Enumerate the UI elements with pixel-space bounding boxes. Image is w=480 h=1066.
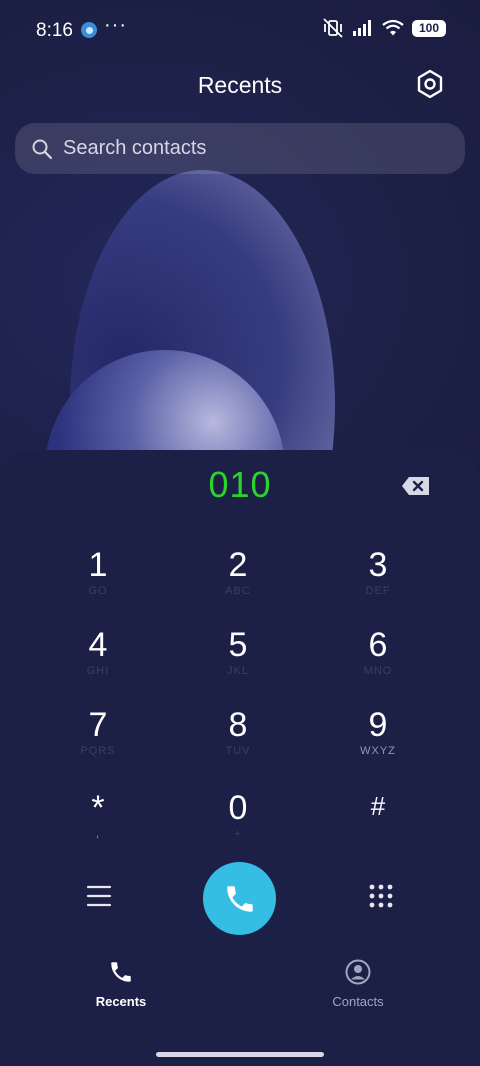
phone-icon: [226, 885, 253, 912]
dial-key-3[interactable]: 3 DEF: [318, 545, 438, 623]
backspace-icon[interactable]: [400, 474, 432, 498]
dial-key-2[interactable]: 2 ABC: [178, 545, 298, 623]
dial-key-star[interactable]: * ,: [38, 788, 158, 866]
dial-letters: DEF: [365, 585, 391, 597]
search-input[interactable]: Search contacts: [15, 123, 465, 174]
dial-key-5[interactable]: 5 JKL: [178, 625, 298, 703]
contact-avatar-icon: [345, 959, 371, 985]
dial-letters: TUV: [225, 745, 251, 757]
status-icons: 100: [322, 18, 446, 38]
wifi-icon: [382, 19, 404, 36]
dial-key-0[interactable]: 0 +: [178, 788, 298, 866]
dial-digit: 6: [368, 626, 388, 664]
dial-digit: 9: [368, 706, 388, 744]
dial-key-8[interactable]: 8 TUV: [178, 705, 298, 783]
dial-digit: *: [91, 789, 105, 827]
nav-tab-contacts[interactable]: Contacts: [298, 959, 418, 1009]
dial-key-4[interactable]: 4 GHI: [38, 625, 158, 703]
nav-tab-recents[interactable]: Recents: [61, 959, 181, 1009]
battery-indicator: 100: [412, 19, 446, 37]
dial-letters: PQRS: [80, 745, 116, 757]
status-bar: 8:16 ··· 100: [0, 0, 480, 60]
dial-letters: +: [234, 828, 242, 840]
status-time: 8:16: [36, 20, 73, 41]
dial-letters: WXYZ: [360, 745, 396, 757]
settings-icon[interactable]: [414, 68, 446, 100]
dial-digit: 7: [88, 706, 108, 744]
dial-key-7[interactable]: 7 PQRS: [38, 705, 158, 783]
menu-icon[interactable]: [86, 884, 112, 908]
dial-digit: 5: [228, 626, 248, 664]
dial-digit: 3: [368, 546, 388, 584]
dial-letters: GO: [88, 585, 108, 597]
search-icon: [32, 139, 53, 159]
dial-key-6[interactable]: 6 MNO: [318, 625, 438, 703]
dial-letters: GHI: [86, 665, 110, 677]
nav-label-contacts: Contacts: [332, 994, 384, 1009]
bottom-navigation: Recents Contacts: [0, 955, 480, 1015]
dial-digit: 8: [228, 706, 248, 744]
dial-digit: 2: [228, 546, 248, 584]
dialpad-toggle-icon[interactable]: [368, 883, 394, 909]
dial-digit: 0: [228, 789, 248, 827]
home-indicator[interactable]: [156, 1052, 324, 1057]
dial-digit: 4: [88, 626, 108, 664]
phone-icon: [111, 962, 131, 982]
search-placeholder: Search contacts: [63, 137, 207, 159]
more-notifications-icon: ···: [104, 14, 127, 36]
nav-label-recents: Recents: [95, 994, 147, 1009]
dial-digit: 1: [88, 546, 108, 584]
page-title: Recents: [197, 72, 283, 98]
dial-letters: JKL: [227, 665, 249, 677]
dial-key-9[interactable]: 9 WXYZ: [318, 705, 438, 783]
signal-icon: [353, 20, 371, 36]
dial-digit: #: [370, 791, 386, 821]
dial-letters: MNO: [363, 665, 393, 677]
app-notification-icon: [81, 22, 97, 38]
vibrate-mute-icon: [323, 18, 343, 38]
dial-key-hash[interactable]: #: [318, 786, 438, 864]
dial-key-1[interactable]: 1 GO: [38, 545, 158, 623]
header: Recents: [0, 66, 480, 106]
dial-letters: ,: [95, 828, 101, 840]
dial-letters: ABC: [225, 585, 251, 597]
call-button[interactable]: [203, 862, 276, 935]
